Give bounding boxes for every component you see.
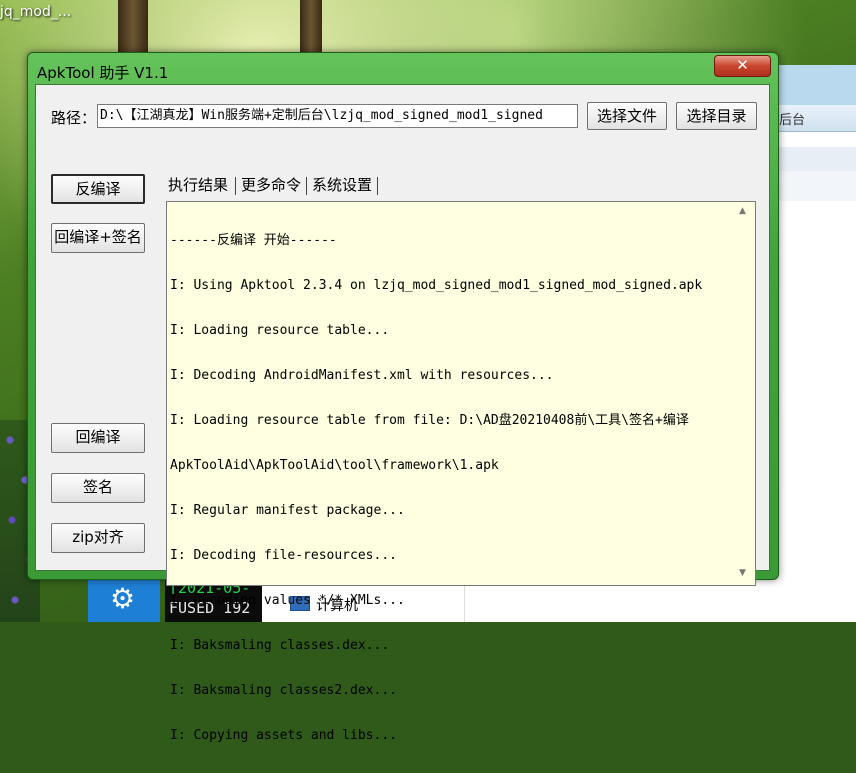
log-line: I: Using Apktool 2.3.4 on lzjq_mod_signe… — [170, 278, 703, 293]
log-line: ------反编译 开始------ — [170, 233, 337, 248]
apktool-dialog: ApkTool 助手 V1.1 ✕ 路径： D:\【江湖真龙】Win服务端+定制… — [27, 52, 779, 743]
gear-icon: ⚙ — [110, 582, 136, 615]
background-window-label: 后台 — [779, 113, 806, 128]
dialog-client-area: 路径： D:\【江湖真龙】Win服务端+定制后台\lzjq_mod_signed… — [35, 84, 770, 743]
decompile-button[interactable]: 反编译 — [51, 174, 145, 204]
log-line: I: Loading resource table from file: D:\… — [170, 413, 689, 428]
log-line: I: Decoding file-resources... — [170, 548, 397, 563]
log-line: I: Loading resource table... — [170, 323, 390, 338]
background-window-row — [775, 171, 856, 201]
log-line: I: Baksmaling classes2.dex... — [170, 683, 397, 698]
select-directory-button[interactable]: 选择目录 — [676, 102, 757, 130]
log-line: I: Copying assets and libs... — [170, 728, 397, 743]
background-window-row — [775, 147, 856, 171]
log-line: I: Baksmaling classes.dex... — [170, 638, 390, 653]
tree-trunk — [118, 0, 148, 60]
log-line: I: Decoding AndroidManifest.xml with res… — [170, 368, 554, 383]
dialog-title: ApkTool 助手 V1.1 — [37, 64, 169, 82]
tab-results[interactable]: 执行结果 — [168, 174, 228, 198]
tree-trunk — [300, 0, 322, 55]
tab-divider — [235, 177, 236, 195]
select-file-button[interactable]: 选择文件 — [587, 102, 667, 130]
settings-tile[interactable]: ⚙ — [88, 578, 160, 622]
log-line: I: Decoding values */* XMLs... — [170, 593, 405, 608]
tab-divider — [377, 177, 378, 195]
path-input[interactable]: D:\【江湖真龙】Win服务端+定制后台\lzjq_mod_signed_mod… — [97, 104, 578, 128]
background-window-header — [775, 65, 856, 105]
scroll-up-arrow-icon[interactable]: ▲ — [739, 206, 746, 216]
desktop-icon-label[interactable]: jq_mod_... — [0, 4, 71, 20]
result-log[interactable]: ------反编译 开始------ I: Using Apktool 2.3.… — [166, 201, 756, 743]
log-lines: ------反编译 开始------ I: Using Apktool 2.3.… — [170, 203, 735, 773]
tab-more-commands[interactable]: 更多命令 — [241, 174, 301, 198]
zipalign-button[interactable]: zip对齐 — [51, 523, 145, 553]
recompile-sign-button[interactable]: 回编译+签名 — [51, 223, 145, 253]
log-line: I: Regular manifest package... — [170, 503, 405, 518]
tab-divider — [306, 177, 307, 195]
log-line: ApkToolAid\ApkToolAid\tool\framework\1.a… — [170, 458, 499, 473]
tab-system-settings[interactable]: 系统设置 — [312, 174, 372, 198]
close-button[interactable]: ✕ — [714, 55, 771, 77]
recompile-button[interactable]: 回编译 — [51, 423, 145, 453]
sign-button[interactable]: 签名 — [51, 473, 145, 503]
scroll-down-arrow-icon[interactable]: ▼ — [739, 568, 746, 578]
path-label: 路径： — [51, 109, 97, 127]
background-window-toolbar: 后台 — [775, 105, 856, 132]
background-window: 后台 — [775, 65, 856, 622]
vertical-scrollbar[interactable]: ▲ ▼ — [735, 202, 753, 585]
